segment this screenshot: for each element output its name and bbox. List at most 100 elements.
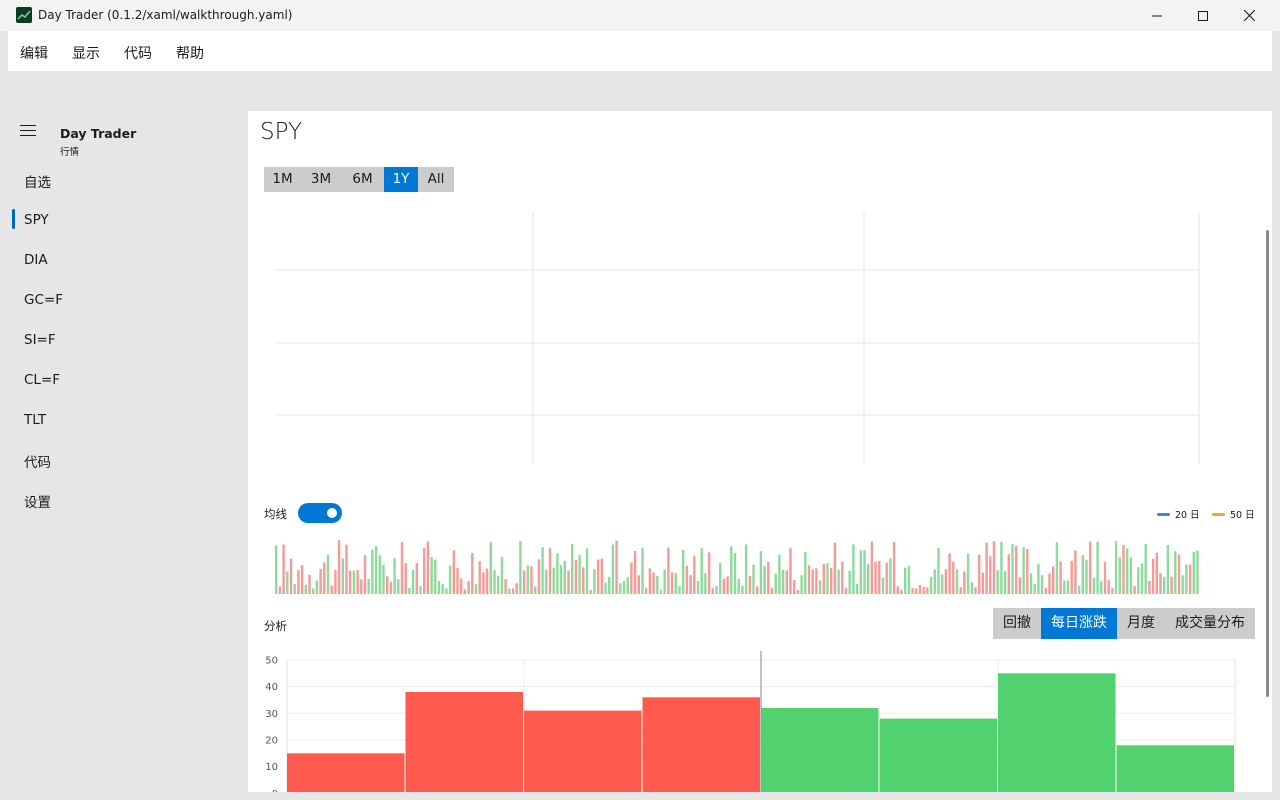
- volume-bar: [911, 588, 914, 594]
- volume-bar: [811, 569, 814, 594]
- volume-bar: [833, 542, 837, 594]
- volume-bar: [656, 576, 659, 594]
- volume-bar: [426, 541, 430, 594]
- volume-bar: [474, 584, 478, 594]
- range-all-button[interactable]: All: [418, 167, 454, 192]
- moving-average-toggle[interactable]: [298, 503, 342, 523]
- menu-bar: 编辑 显示 代码 帮助: [8, 31, 1272, 71]
- volume-bar: [689, 575, 692, 594]
- menu-edit[interactable]: 编辑: [20, 43, 48, 63]
- volume-bar: [726, 576, 729, 594]
- tab-volume-distribution[interactable]: 成交量分布: [1165, 608, 1255, 639]
- minimize-button[interactable]: [1134, 0, 1180, 31]
- volume-bar: [1000, 541, 1003, 594]
- volume-bar: [326, 554, 330, 594]
- volume-bar: [966, 553, 970, 594]
- analysis-tabs: 回撤 每日涨跌 月度 成交量分布: [993, 608, 1255, 639]
- minimize-icon: [1152, 15, 1162, 16]
- volume-bar: [382, 564, 385, 594]
- tab-daily-change[interactable]: 每日涨跌: [1041, 608, 1117, 639]
- volume-bar: [1055, 542, 1059, 594]
- volume-bar: [478, 561, 481, 594]
- sidebar-item-spy[interactable]: SPY: [24, 212, 49, 228]
- volume-bar: [341, 558, 344, 594]
- sidebar-item-tlt[interactable]: TLT: [24, 412, 46, 428]
- volume-bar: [926, 587, 929, 594]
- menu-help[interactable]: 帮助: [176, 43, 204, 63]
- price-chart: [275, 212, 1200, 464]
- vertical-scrollbar[interactable]: [1266, 230, 1269, 697]
- close-icon: [1243, 10, 1255, 21]
- volume-bar: [334, 570, 337, 594]
- volume-bar: [548, 548, 552, 594]
- sidebar-item-si[interactable]: SI=F: [24, 332, 56, 348]
- volume-bar: [1066, 580, 1070, 594]
- volume-bar: [885, 562, 888, 594]
- volume-bar: [360, 579, 363, 594]
- volume-bar: [493, 569, 496, 594]
- volume-bar: [763, 566, 766, 594]
- volume-bar: [1196, 550, 1199, 594]
- volume-bar: [867, 564, 870, 594]
- volume-bar: [448, 565, 452, 594]
- volume-bar: [667, 547, 670, 594]
- volume-bar: [944, 569, 948, 594]
- volume-bar: [282, 544, 285, 594]
- sidebar-item-watchlist[interactable]: 自选: [24, 171, 51, 191]
- range-3m-button[interactable]: 3M: [301, 167, 341, 192]
- volume-bar: [1052, 566, 1055, 594]
- histogram-y-tick-label: 20: [265, 735, 278, 746]
- range-1m-button[interactable]: 1M: [264, 167, 301, 192]
- range-6m-button[interactable]: 6M: [341, 167, 384, 192]
- volume-bar: [693, 555, 696, 594]
- volume-bar: [463, 589, 467, 594]
- volume-bar: [1107, 579, 1110, 594]
- volume-bar: [892, 541, 896, 594]
- volume-bar: [978, 554, 981, 594]
- volume-bar: [1163, 576, 1166, 594]
- volume-bar: [896, 586, 899, 594]
- sidebar-item-dia[interactable]: DIA: [24, 252, 48, 268]
- sidebar-item-cl[interactable]: CL=F: [24, 372, 60, 388]
- volume-bar: [974, 587, 977, 594]
- menu-view[interactable]: 显示: [72, 43, 100, 63]
- volume-bar: [1144, 544, 1147, 594]
- volume-bar: [704, 573, 707, 594]
- volume-bar: [330, 585, 333, 594]
- volume-bar: [815, 568, 818, 594]
- volume-bar: [615, 540, 618, 594]
- volume-bar: [504, 579, 507, 594]
- histogram-bar: [1116, 745, 1234, 792]
- volume-bar: [593, 569, 596, 594]
- volume-bar: [559, 565, 563, 594]
- volume-bar: [633, 551, 637, 594]
- range-1y-button[interactable]: 1Y: [384, 167, 418, 192]
- volume-bar: [534, 586, 537, 594]
- maximize-button[interactable]: [1180, 0, 1226, 31]
- menu-code[interactable]: 代码: [124, 43, 152, 63]
- volume-bar: [578, 555, 581, 594]
- volume-bar: [397, 579, 400, 594]
- sidebar-item-code[interactable]: 代码: [24, 451, 51, 471]
- volume-bar: [663, 569, 666, 594]
- volume-bar: [741, 585, 744, 594]
- histogram-bar: [524, 710, 642, 792]
- volume-bar: [915, 588, 918, 594]
- close-button[interactable]: [1226, 0, 1272, 31]
- volume-bar: [1015, 546, 1018, 594]
- volume-bar: [1118, 557, 1121, 594]
- sidebar-item-settings[interactable]: 设置: [24, 491, 51, 511]
- volume-bar: [674, 573, 677, 594]
- volume-bar: [522, 570, 526, 594]
- volume-bar: [1114, 541, 1118, 594]
- sidebar-item-gc[interactable]: GC=F: [24, 292, 63, 308]
- volume-bar: [1133, 586, 1136, 594]
- volume-bar: [878, 561, 881, 594]
- volume-bar: [715, 585, 718, 594]
- volume-bar: [485, 568, 489, 594]
- histogram-bar: [642, 697, 760, 792]
- volume-bar: [582, 567, 585, 594]
- hamburger-menu-icon[interactable]: [20, 125, 36, 137]
- tab-monthly[interactable]: 月度: [1117, 608, 1165, 639]
- tab-drawdown[interactable]: 回撤: [993, 608, 1041, 639]
